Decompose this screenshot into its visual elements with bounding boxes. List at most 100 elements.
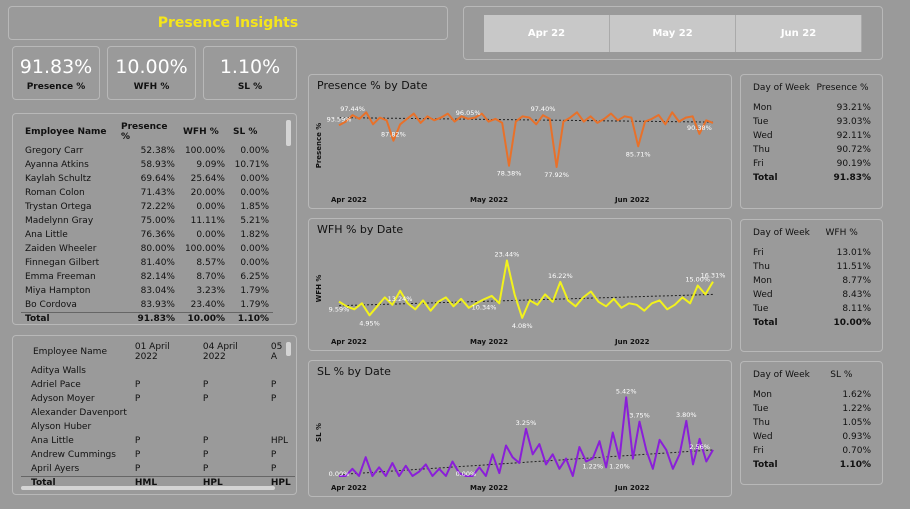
dow-row[interactable]: Wed 0.93% [751,430,873,444]
table-row[interactable]: Madelynn Gray 75.00% 11.11% 5.21% [21,214,273,228]
matrix-row[interactable]: Adriel Pace P P P [21,378,295,392]
attendance-cell: P [270,394,277,404]
value-cell: 1.62% [842,390,871,400]
day-cell: Thu [753,145,770,155]
dow-row[interactable]: Thu 11.51% [751,260,873,274]
attendance-vscrollbar[interactable] [286,342,291,356]
month-button-apr[interactable]: Apr 22 [484,15,610,52]
col-wfh[interactable]: WFH % [179,120,229,144]
day-cell: Mon [753,103,772,113]
attendance-cell: HPL [270,436,289,446]
dow-row[interactable]: Mon 1.62% [751,388,873,402]
value-cell: 0.00% [240,244,269,254]
series-line[interactable] [338,259,714,319]
col-presence[interactable]: Presence % [117,120,179,144]
col-employee-name[interactable]: Employee Name [21,120,117,144]
dow-row[interactable]: Wed 8.43% [751,288,873,302]
value-cell: 3.23% [196,286,225,296]
kpi-sl-label: SL % [237,82,263,92]
kpi-presence-value: 91.83% [19,56,93,78]
sl-chart-panel: SL % by Date SL % Apr 2022 May 2022 Jun 202… [308,360,732,497]
table-row[interactable]: Zaiden Wheeler 80.00% 100.00% 0.00% [21,242,273,256]
col-day-of-week[interactable]: Day of Week [751,81,814,101]
value-cell: 11.51% [836,262,871,272]
matrix-row[interactable]: Alexander Davenport [21,406,295,420]
table-row[interactable]: Kaylah Schultz 69.64% 25.64% 0.00% [21,172,273,186]
dow-row[interactable]: Mon 93.21% [751,101,873,115]
dow-row[interactable]: Tue 8.11% [751,302,873,316]
series-line[interactable] [339,396,714,477]
col-att-employee[interactable]: Employee Name [21,340,131,364]
presence-chart-panel: Presence % by Date Presence % Apr 2022 May… [308,74,732,209]
kpi-sl-value: 1.10% [219,56,281,78]
dow-total-row: Total 10.00% [751,316,873,330]
table-row[interactable]: Bo Cordova 83.93% 23.40% 1.79% [21,298,273,312]
table-row[interactable]: Roman Colon 71.43% 20.00% 0.00% [21,186,273,200]
dow-row[interactable]: Tue 93.03% [751,115,873,129]
matrix-row[interactable]: Aditya Walls [21,364,295,378]
data-label: 2.56% [689,443,710,451]
data-label: 1.20% [609,463,630,471]
employee-table-scrollbar[interactable] [286,120,291,146]
data-label: 97.40% [531,105,556,113]
dow-header-row: Day of Week SL % [751,368,873,388]
col-metric[interactable]: Presence % [814,81,873,101]
attendance-hscrollbar[interactable] [21,486,275,490]
dow-row[interactable]: Wed 92.11% [751,129,873,143]
col-metric[interactable]: SL % [828,368,873,388]
dow-row[interactable]: Thu 1.05% [751,416,873,430]
value-cell: 1.79% [240,299,269,310]
dow-sl-table: Day of Week SL % Mon 1.62% Tue 1.22% Thu 1.05% W… [751,368,873,472]
dow-row[interactable]: Fri 90.19% [751,157,873,171]
dow-sl-panel: Day of Week SL % Mon 1.62% Tue 1.22% Thu 1.05% W… [740,361,883,485]
value-cell: 8.77% [842,276,871,286]
table-row[interactable]: Emma Freeman 82.14% 8.70% 6.25% [21,270,273,284]
dow-row[interactable]: Fri 13.01% [751,246,873,260]
attendance-cell [199,406,267,420]
table-row[interactable]: Finnegan Gilbert 81.40% 8.57% 0.00% [21,256,273,270]
value-cell: 5.21% [240,216,269,226]
employee-name-cell: Aditya Walls [31,366,86,376]
data-label: 93.59% [327,115,352,123]
col-sl[interactable]: SL % [229,120,273,144]
value-cell: 0.93% [842,432,871,442]
value-cell: 90.19% [836,159,871,169]
matrix-row[interactable]: Andrew Cummings P P P [21,448,295,462]
dow-row[interactable]: Fri 0.70% [751,444,873,458]
value-cell: 0.00% [196,230,225,240]
matrix-row[interactable]: April Ayers P P P [21,462,295,476]
day-cell: Tue [753,117,769,127]
month-button-jun[interactable]: Jun 22 [736,15,862,52]
attendance-cell: P [134,380,141,390]
col-day-of-week[interactable]: Day of Week [751,226,824,246]
col-metric[interactable]: WFH % [824,226,873,246]
kpi-wfh-value: 10.00% [115,56,188,78]
value-cell: 0.00% [240,174,269,184]
day-cell: Wed [753,131,773,141]
matrix-row[interactable]: Adyson Moyer P P P [21,392,295,406]
dow-row[interactable]: Tue 1.22% [751,402,873,416]
value-cell: 6.25% [240,272,269,282]
value-cell: 0.00% [240,258,269,268]
dow-row[interactable]: Thu 90.72% [751,143,873,157]
series-line[interactable] [338,111,714,168]
col-day-of-week[interactable]: Day of Week [751,368,828,388]
col-date-2[interactable]: 04 April 2022 [199,340,267,364]
value-cell: 82.14% [140,272,175,282]
employee-name-cell: Roman Colon [25,188,85,198]
month-button-may[interactable]: May 22 [610,15,736,52]
matrix-row[interactable]: Alyson Huber [21,420,295,434]
kpi-presence-label: Presence % [26,82,86,92]
table-row[interactable]: Ayanna Atkins 58.93% 9.09% 10.71% [21,158,273,172]
total-row: Total 91.83% 10.00% 1.10% [21,311,273,324]
table-row[interactable]: Ana Little 76.36% 0.00% 1.82% [21,228,273,242]
kpi-wfh-card: 10.00% WFH % [107,46,196,100]
dow-wfh-panel: Day of Week WFH % Fri 13.01% Thu 11.51% Mon 8.7… [740,219,883,352]
table-row[interactable]: Miya Hampton 83.04% 3.23% 1.79% [21,284,273,298]
table-row[interactable]: Trystan Ortega 72.22% 0.00% 1.85% [21,200,273,214]
col-date-1[interactable]: 01 April 2022 [131,340,199,364]
table-row[interactable]: Gregory Carr 52.38% 100.00% 0.00% [21,144,273,158]
attendance-cell [131,364,199,378]
dow-row[interactable]: Mon 8.77% [751,274,873,288]
matrix-row[interactable]: Ana Little P P HPL [21,434,295,448]
